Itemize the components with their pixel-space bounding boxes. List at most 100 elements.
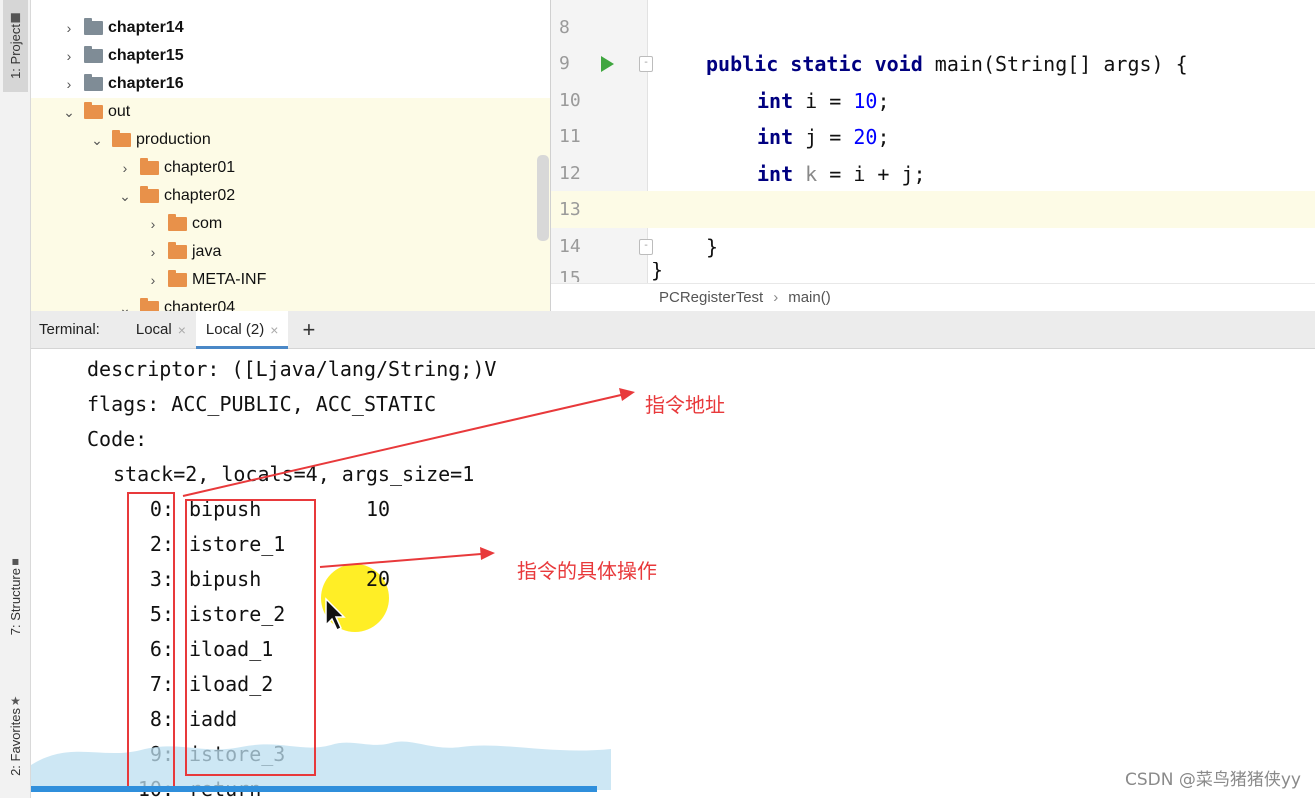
arrowhead-icon	[619, 388, 635, 401]
chevron-right-icon[interactable]: ›	[60, 76, 78, 92]
chevron-right-icon[interactable]: ›	[144, 216, 162, 232]
line-number: 14	[559, 236, 581, 257]
module-folder-icon	[84, 74, 103, 91]
breadcrumb-separator-icon: ›	[773, 289, 779, 306]
video-progress-bar	[31, 786, 597, 792]
run-icon[interactable]	[601, 55, 614, 72]
code-line-current[interactable]: 13	[551, 191, 1315, 228]
arrowhead-icon	[480, 547, 495, 560]
tree-item-chapter15[interactable]: › chapter15	[31, 42, 550, 70]
code-semicolon: ;	[877, 124, 890, 149]
code-unused-var: k	[793, 161, 818, 186]
tree-scrollbar[interactable]	[537, 155, 549, 241]
chevron-right-icon[interactable]: ›	[144, 272, 162, 288]
tree-item-chapter01[interactable]: › chapter01	[31, 154, 550, 182]
excluded-folder-icon	[140, 298, 159, 311]
line-number: 10	[559, 90, 581, 111]
code-line[interactable]: 12 int k = i + j;	[551, 155, 1315, 192]
fold-icon[interactable]: -	[639, 55, 653, 72]
code-line[interactable]: 8	[551, 9, 1315, 46]
project-tool-tab[interactable]: 1: Project ■	[3, 0, 28, 92]
chevron-down-icon[interactable]: ⌄	[88, 132, 106, 149]
terminal-header: Terminal: Local × Local (2) × +	[31, 310, 1315, 349]
code-keyword: int	[757, 88, 794, 113]
tree-item-label: java	[192, 243, 222, 260]
tree-item-label: META-INF	[192, 271, 267, 288]
code-number: 10	[853, 88, 878, 113]
tree-item-label: production	[136, 131, 211, 148]
annotation-arrows	[182, 388, 635, 568]
code-line[interactable]: 9 - public static void main(String[] arg…	[551, 45, 1315, 82]
code-keyword: public static void	[706, 51, 923, 76]
tree-item-chapter02[interactable]: ⌄ chapter02	[31, 182, 550, 210]
terminal-tab-label: Local	[135, 321, 172, 338]
line-number: 15	[559, 268, 581, 282]
code-keyword: int	[757, 161, 794, 186]
fold-icon[interactable]: -	[639, 238, 653, 255]
close-icon[interactable]: ×	[270, 322, 278, 338]
excluded-folder-icon	[168, 242, 187, 259]
excluded-folder-icon	[112, 130, 131, 147]
tree-item-chapter04[interactable]: ⌄ chapter04	[31, 294, 550, 311]
new-terminal-button[interactable]: +	[302, 317, 315, 343]
structure-tool-tab[interactable]: 7: Structure ▪	[3, 548, 28, 663]
excluded-folder-icon	[140, 186, 159, 203]
chevron-down-icon[interactable]: ⌄	[60, 104, 78, 121]
star-icon: ★	[10, 694, 21, 708]
code-editor[interactable]: 8 9 - public static void main(String[] a…	[550, 0, 1315, 311]
chevron-right-icon[interactable]: ›	[116, 160, 134, 176]
tree-item-label: chapter02	[164, 187, 236, 204]
breadcrumb-class[interactable]: PCRegisterTest	[659, 289, 763, 306]
tree-item-label: chapter15	[108, 47, 184, 64]
watermark: CSDN @菜鸟猪猪侠yy	[1125, 770, 1301, 790]
code-rest: j =	[793, 124, 854, 149]
code-text: int j = 20;	[757, 125, 889, 149]
chevron-down-icon[interactable]: ⌄	[116, 188, 134, 205]
code-line[interactable]: 14 - }	[551, 228, 1315, 265]
code-text: public static void main(String[] args) {	[706, 52, 1188, 76]
excluded-folder-icon	[140, 158, 159, 175]
tree-item-out[interactable]: ⌄ out	[31, 98, 550, 126]
tree-item-label: com	[192, 215, 223, 232]
close-icon[interactable]: ×	[178, 322, 186, 338]
code-text: }	[706, 234, 719, 259]
code-rest: main(String[] args) {	[922, 51, 1188, 76]
code-line[interactable]: 15 }	[551, 262, 1315, 282]
line-number: 13	[559, 199, 581, 220]
tree-item-chapter16[interactable]: › chapter16	[31, 70, 550, 98]
terminal-output[interactable]: descriptor: ([Ljava/lang/String;)V flags…	[31, 349, 1315, 798]
code-keyword: int	[757, 124, 794, 149]
terminal-title: Terminal:	[39, 321, 100, 338]
code-rest: i =	[793, 88, 854, 113]
tree-item-label: chapter01	[164, 159, 236, 176]
tree-item-label: chapter14	[108, 19, 184, 36]
tree-item-chapter14[interactable]: › chapter14	[31, 14, 550, 42]
favorites-tool-label: 2: Favorites	[8, 708, 23, 776]
line-number: 11	[559, 126, 581, 147]
chevron-right-icon[interactable]: ›	[144, 244, 162, 260]
folder-icon: ■	[9, 10, 22, 24]
chevron-down-icon[interactable]: ⌄	[116, 300, 134, 312]
code-line[interactable]: 11 int j = 20;	[551, 118, 1315, 155]
tree-item-production[interactable]: ⌄ production	[31, 126, 550, 154]
code-rest: = i + j;	[817, 161, 926, 186]
arrow-to-address-label	[182, 394, 622, 497]
breadcrumb: PCRegisterTest › main()	[551, 283, 1315, 311]
code-semicolon: ;	[877, 88, 890, 113]
breadcrumb-method[interactable]: main()	[788, 289, 831, 306]
line-number: 9	[559, 53, 570, 74]
tree-item-meta-inf[interactable]: › META-INF	[31, 266, 550, 294]
structure-tool-label: 7: Structure	[8, 568, 23, 636]
favorites-tool-tab[interactable]: 2: Favorites ★	[3, 688, 28, 798]
code-line[interactable]: 10 int i = 10;	[551, 82, 1315, 119]
excluded-folder-icon	[168, 270, 187, 287]
tool-window-strip: 1: Project ■ 7: Structure ▪ 2: Favorites…	[0, 0, 31, 798]
arrow-to-operation-label	[319, 553, 482, 568]
terminal-tab-local[interactable]: Local ×	[126, 311, 196, 349]
tree-item-com[interactable]: › com	[31, 210, 550, 238]
tree-item-java[interactable]: › java	[31, 238, 550, 266]
code-number: 20	[853, 124, 878, 149]
chevron-right-icon[interactable]: ›	[60, 48, 78, 64]
chevron-right-icon[interactable]: ›	[60, 20, 78, 36]
terminal-tab-local-2[interactable]: Local (2) ×	[195, 310, 289, 349]
